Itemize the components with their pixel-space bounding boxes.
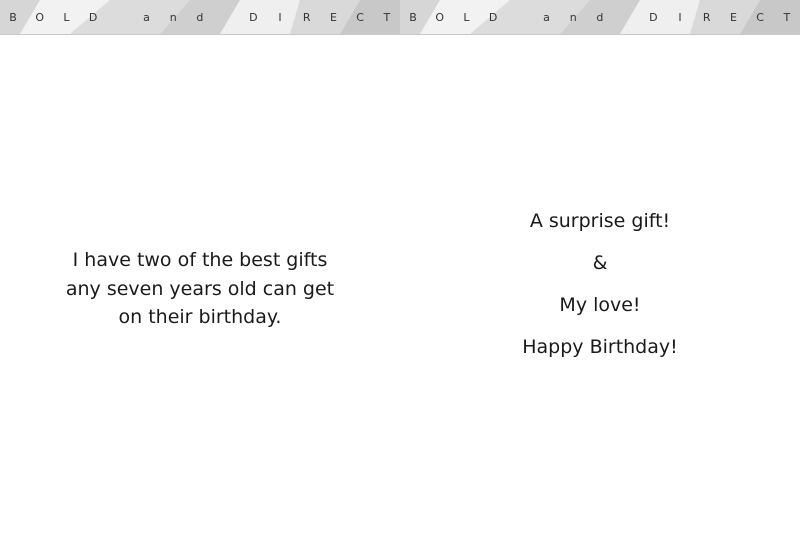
banner-letter: n: [169, 10, 177, 24]
banner-letter: B: [409, 10, 417, 24]
left-message-line: any seven years old can get: [65, 277, 335, 300]
banner-letter: R: [302, 10, 311, 24]
right-message-line: A surprise gift!: [529, 210, 671, 232]
banner-letter: D: [88, 10, 98, 24]
banner-letter: E: [729, 10, 737, 24]
banner-letter: L: [63, 10, 70, 24]
left-message-line: I have two of the best gifts: [72, 249, 328, 271]
banner-letter: a: [543, 10, 550, 24]
banner-letter: R: [702, 10, 711, 24]
banner-right: B O L D a n d D I R E C T: [400, 0, 800, 35]
right-message-line: My love!: [559, 294, 641, 316]
banner-letter: T: [383, 10, 391, 24]
right-message-line: Happy Birthday!: [522, 336, 678, 358]
banner-letter: O: [35, 10, 45, 24]
banner-letter: n: [569, 10, 577, 24]
right-message: A surprise gift! & My love! Happy Birthd…: [400, 207, 800, 375]
banner-letter: C: [356, 10, 364, 24]
banner-text: B O L D a n d D I R E C T: [0, 0, 400, 34]
banner-letter: T: [783, 10, 791, 24]
banner-letter: I: [678, 10, 682, 24]
banner-left: B O L D a n d D I R E C T: [0, 0, 400, 35]
right-message-line: &: [592, 252, 608, 274]
banner-letter: I: [278, 10, 282, 24]
banner-letter: d: [596, 10, 604, 24]
left-message-line: on their birthday.: [118, 306, 282, 328]
banner-letter: C: [756, 10, 764, 24]
banner-letter: O: [435, 10, 445, 24]
banner-letter: E: [329, 10, 337, 24]
left-message: I have two of the best gifts any seven y…: [0, 246, 400, 332]
banner-letter: d: [196, 10, 204, 24]
banner-letter: D: [649, 10, 658, 24]
banner-letter: D: [249, 10, 258, 24]
banner-letter: B: [9, 10, 17, 24]
banner-letter: D: [488, 10, 498, 24]
banner-text: B O L D a n d D I R E C T: [400, 0, 800, 34]
banner-letter: L: [463, 10, 470, 24]
banner-letter: a: [143, 10, 150, 24]
